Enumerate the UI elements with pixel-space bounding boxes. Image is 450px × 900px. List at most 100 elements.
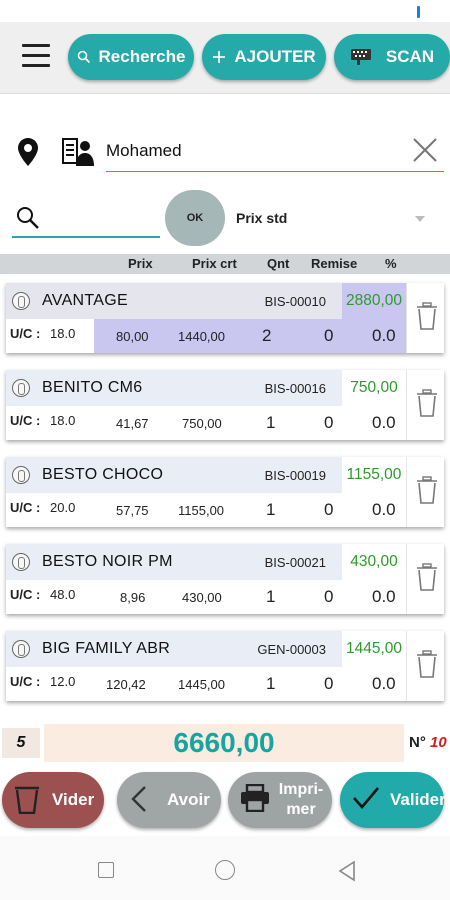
- trash-icon: [15, 786, 39, 814]
- product-search-row: OK Prix std: [0, 190, 450, 246]
- product-code: GEN-00003: [257, 642, 326, 657]
- trash-icon[interactable]: [416, 302, 438, 330]
- barcode-icon: [350, 49, 371, 65]
- product-percent[interactable]: 0.0: [372, 500, 396, 520]
- search-button-label: Recherche: [98, 47, 186, 66]
- product-prix[interactable]: 41,67: [116, 416, 149, 431]
- product-prix-crt[interactable]: 1440,00: [178, 329, 225, 344]
- client-row: Mohamed: [0, 128, 450, 174]
- uc-value: 20.0: [50, 500, 76, 515]
- uc-value: 18.0: [50, 326, 76, 341]
- col-qnt: Qnt: [267, 256, 290, 271]
- search-button[interactable]: Recherche: [68, 34, 194, 80]
- validate-button[interactable]: Valider: [340, 772, 446, 828]
- scan-button-label: SCAN: [385, 47, 435, 66]
- chevron-down-icon[interactable]: [415, 216, 425, 222]
- ok-button-label: OK: [186, 212, 204, 224]
- plus-icon: [213, 51, 226, 63]
- recent-apps-icon[interactable]: [98, 862, 114, 878]
- product-card[interactable]: BESTO CHOCO BIS-00019 1155,00 U/C : 20.0…: [6, 457, 444, 527]
- top-toolbar: Recherche AJOUTER SCAN: [0, 22, 450, 94]
- status-indicator: [417, 6, 420, 18]
- product-card[interactable]: AVANTAGE BIS-00010 2880,00 U/C : 18.0 80…: [6, 283, 444, 353]
- uc-label: U/C :: [10, 413, 41, 428]
- trash-icon[interactable]: [416, 563, 438, 591]
- uc-value: 18.0: [50, 413, 76, 428]
- product-total: 2880,00: [345, 292, 403, 309]
- add-button[interactable]: AJOUTER: [202, 34, 326, 80]
- product-card[interactable]: BIG FAMILY ABR GEN-00003 1445,00 U/C : 1…: [6, 631, 444, 701]
- chevron-left-icon: [131, 786, 146, 812]
- coin-icon: [12, 292, 30, 310]
- scan-button[interactable]: SCAN: [334, 34, 450, 80]
- product-prix-crt[interactable]: 1155,00: [178, 503, 224, 518]
- person-icon: [62, 138, 94, 166]
- printer-icon: [241, 784, 269, 812]
- product-name: AVANTAGE: [42, 292, 128, 309]
- menu-button[interactable]: [22, 44, 54, 70]
- product-total: 1155,00: [346, 466, 402, 483]
- price-type-select[interactable]: Prix std: [236, 210, 287, 226]
- product-prix[interactable]: 80,00: [116, 329, 149, 344]
- product-percent[interactable]: 0.0: [372, 587, 396, 607]
- product-percent[interactable]: 0.0: [372, 674, 396, 694]
- product-code: BIS-00010: [264, 294, 326, 309]
- product-prix-crt[interactable]: 430,00: [182, 590, 222, 605]
- product-search-input[interactable]: [12, 236, 160, 238]
- uc-label: U/C :: [10, 587, 41, 602]
- ok-button[interactable]: OK: [165, 190, 225, 246]
- product-percent[interactable]: 0.0: [372, 413, 396, 433]
- product-qnt[interactable]: 1: [266, 587, 275, 607]
- product-card[interactable]: BESTO NOIR PM BIS-00021 430,00 U/C : 48.…: [6, 544, 444, 614]
- col-percent: %: [385, 256, 397, 271]
- col-remise: Remise: [311, 256, 358, 271]
- system-navigation-bar: [0, 836, 450, 900]
- clear-button[interactable]: Vider: [2, 772, 104, 828]
- print-button-label: Impri- mer: [278, 781, 324, 818]
- trash-icon[interactable]: [416, 476, 438, 504]
- product-percent[interactable]: 0.0: [372, 326, 396, 346]
- order-number-label: N°: [409, 734, 426, 751]
- location-pin-icon[interactable]: [18, 138, 38, 166]
- order-total-value: 6660,00: [173, 727, 275, 758]
- product-total: 430,00: [350, 553, 398, 570]
- uc-label: U/C :: [10, 500, 41, 515]
- credit-note-button[interactable]: Avoir: [117, 772, 221, 828]
- product-qnt[interactable]: 2: [262, 326, 271, 346]
- close-icon[interactable]: [412, 137, 438, 163]
- client-input-underline: [106, 171, 444, 172]
- product-qnt[interactable]: 1: [266, 500, 275, 520]
- product-qnt[interactable]: 1: [266, 674, 275, 694]
- product-remise[interactable]: 0: [324, 674, 333, 694]
- product-code: BIS-00019: [264, 468, 326, 483]
- product-remise[interactable]: 0: [324, 587, 333, 607]
- column-headers: Prix Prix crt Qnt Remise %: [0, 254, 450, 274]
- trash-icon[interactable]: [416, 389, 438, 417]
- product-name: BESTO CHOCO: [42, 466, 164, 483]
- order-number: N° 10: [409, 734, 447, 751]
- back-icon[interactable]: [338, 860, 356, 882]
- client-name[interactable]: Mohamed: [106, 141, 182, 161]
- product-prix[interactable]: 8,96: [120, 590, 145, 605]
- product-card[interactable]: BENITO CM6 BIS-00016 750,00 U/C : 18.0 4…: [6, 370, 444, 440]
- product-code: BIS-00016: [264, 381, 326, 396]
- search-icon: [17, 207, 39, 229]
- action-bar: Vider Avoir Impri- mer Valider: [0, 772, 450, 828]
- product-remise[interactable]: 0: [324, 500, 333, 520]
- home-icon[interactable]: [215, 860, 235, 880]
- product-prix-crt[interactable]: 1445,00: [178, 677, 225, 692]
- hamburger-menu-icon: [22, 44, 50, 47]
- print-button[interactable]: Impri- mer: [228, 772, 332, 828]
- add-button-label: AJOUTER: [234, 47, 316, 66]
- order-summary: 5 6660,00 N° 10: [0, 724, 450, 762]
- product-prix[interactable]: 120,42: [106, 677, 146, 692]
- product-remise[interactable]: 0: [324, 413, 333, 433]
- uc-label: U/C :: [10, 326, 41, 341]
- product-prix-crt[interactable]: 750,00: [182, 416, 222, 431]
- product-remise[interactable]: 0: [324, 326, 333, 346]
- product-prix[interactable]: 57,75: [116, 503, 149, 518]
- order-total: 6660,00: [44, 724, 404, 762]
- coin-icon: [12, 640, 30, 658]
- product-qnt[interactable]: 1: [266, 413, 275, 433]
- trash-icon[interactable]: [416, 650, 438, 678]
